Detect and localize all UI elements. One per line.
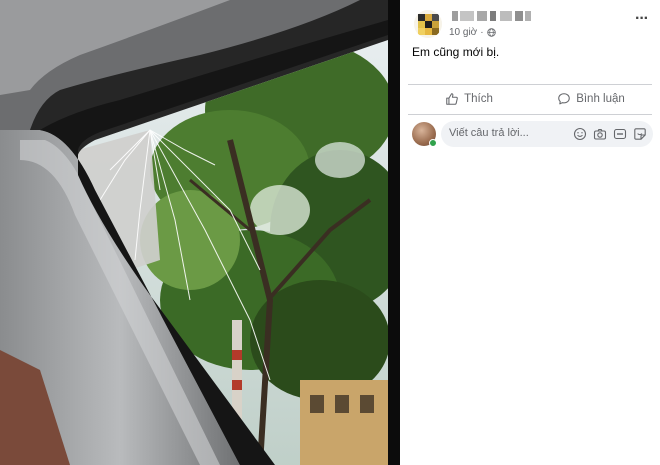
more-options-icon[interactable]: ··· <box>635 11 649 27</box>
like-button[interactable]: Thích <box>408 87 530 111</box>
divider <box>408 114 652 115</box>
post-panel: 10 giờ · ··· Em cũng mới bị. Thích Bình … <box>400 0 660 465</box>
comment-label: Bình luận <box>576 93 625 105</box>
comment-button[interactable]: Bình luận <box>530 87 652 111</box>
speech-bubble-icon <box>558 93 570 105</box>
comment-tools <box>573 127 647 141</box>
thumbs-up-icon <box>446 93 458 105</box>
cracked-windshield-photo <box>0 0 400 465</box>
post-actions: Thích Bình luận <box>408 87 652 111</box>
divider <box>408 84 652 85</box>
comment-input[interactable] <box>449 127 569 139</box>
online-status-dot <box>429 139 437 147</box>
like-label: Thích <box>464 93 493 105</box>
sticker-icon[interactable] <box>633 127 647 141</box>
gif-icon[interactable] <box>613 127 627 141</box>
post-timestamp[interactable]: 10 giờ <box>449 27 477 38</box>
globe-icon <box>486 28 496 37</box>
author-avatar[interactable] <box>414 10 442 38</box>
post-meta: 10 giờ · <box>449 27 496 38</box>
comment-box[interactable] <box>441 121 653 147</box>
post-photo[interactable] <box>0 0 400 465</box>
post-text: Em cũng mới bị. <box>412 45 500 59</box>
emoji-icon[interactable] <box>573 127 587 141</box>
author-name-redacted[interactable] <box>452 11 532 23</box>
camera-icon[interactable] <box>593 127 607 141</box>
pixelated-avatar-image <box>414 10 442 38</box>
